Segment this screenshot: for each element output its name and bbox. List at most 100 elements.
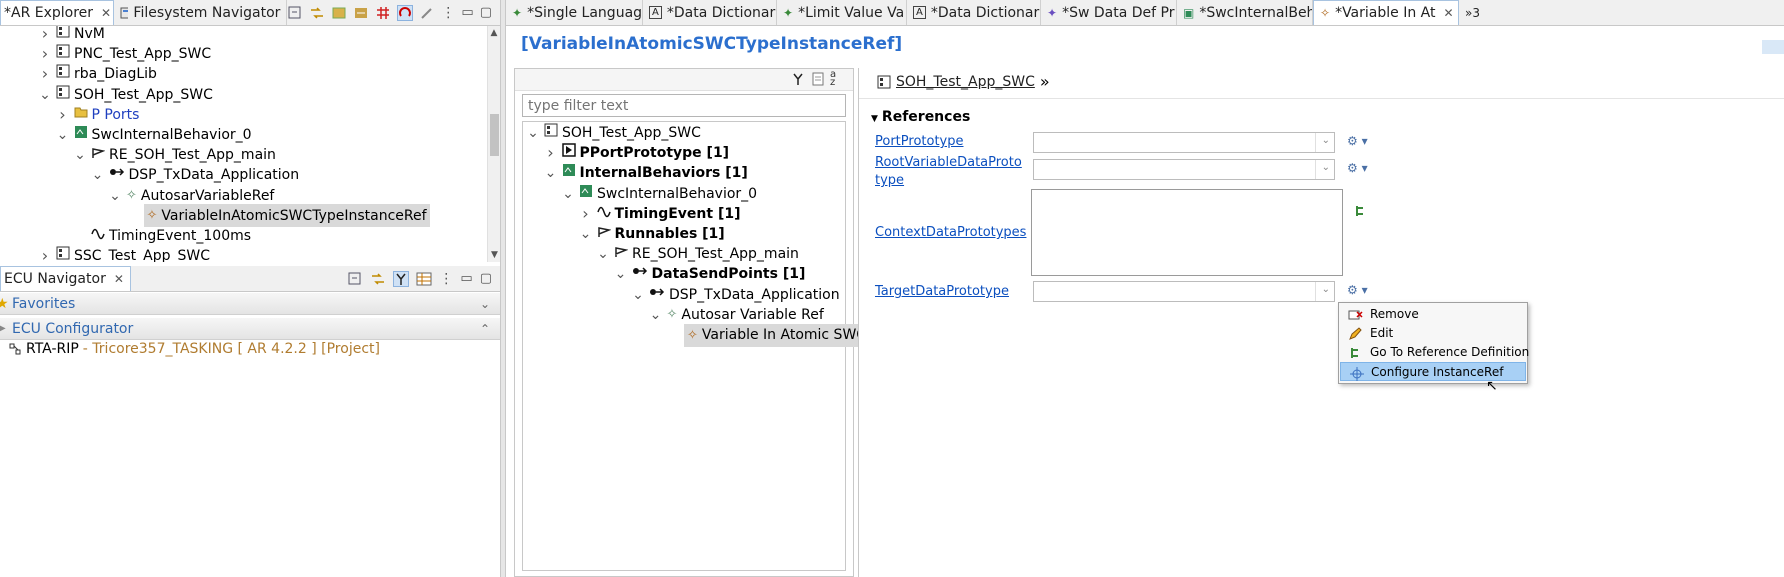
collapsed-chevron-icon[interactable]: › (38, 245, 52, 262)
collapsed-chevron-icon[interactable]: › (38, 43, 52, 65)
expanded-chevron-icon[interactable]: ⌄ (561, 183, 575, 205)
tree-item[interactable]: ⌄ SOH_Test_App_SWC (38, 84, 213, 106)
ecu-configurator-section[interactable]: ▶ ECU Configurator ⌃ (0, 318, 500, 340)
expanded-chevron-icon[interactable]: ⌄ (73, 144, 87, 166)
ecu-project-item[interactable]: RTA-RIP - Tricore357_TASKING [ AR 4.2.2 … (8, 338, 380, 360)
tree-item[interactable]: › NvM (38, 26, 105, 45)
port-gear-icon[interactable]: ⚙ ▾ (1347, 134, 1368, 148)
collapse-all-icon[interactable] (347, 271, 363, 287)
maximize-icon[interactable]: ▢ (480, 271, 492, 286)
maximize-icon[interactable]: ▢ (480, 5, 492, 20)
tree-item[interactable]: › PPortPrototype [1] (544, 142, 729, 164)
sort-az-icon[interactable]: az (830, 70, 846, 88)
tree-item[interactable]: ⌄ DataSendPoints [1] (614, 263, 806, 285)
tree-item[interactable]: TimingEvent_100ms (73, 225, 251, 247)
tree-item[interactable]: ✧ Variable In Atomic SWC (666, 323, 870, 347)
expanded-chevron-icon[interactable]: ⌄ (596, 243, 610, 265)
target-data-prototype-link[interactable]: TargetDataPrototype (875, 284, 1009, 299)
context-data-prototypes-list[interactable] (1031, 189, 1343, 276)
collapsed-chevron-icon[interactable]: › (38, 26, 52, 45)
context-menu-item[interactable]: Configure InstanceRef (1340, 362, 1526, 381)
branch-icon[interactable] (393, 270, 410, 287)
ar-explorer-scrollbar[interactable]: ▲ ▼ (487, 26, 500, 262)
tree-item[interactable]: ⌄ InternalBehaviors [1] (544, 162, 748, 184)
tab-filesystem-navigator[interactable]: Filesystem Navigator (114, 0, 288, 25)
collapse-all-icon[interactable] (287, 5, 303, 21)
collapsed-chevron-icon[interactable]: › (544, 142, 558, 164)
target-gear-icon[interactable]: ⚙ ▾ (1347, 283, 1368, 297)
tree-item[interactable]: ⌄ DSP_TxData_Application (631, 284, 839, 306)
collapsed-chevron-icon[interactable]: › (56, 104, 70, 126)
minimize-icon[interactable]: ▭ (460, 271, 472, 286)
editor-tab[interactable]: ✦ *Limit Value Va (777, 0, 907, 25)
tree-item[interactable]: ⌄ DSP_TxData_Application (91, 164, 299, 186)
tree-item[interactable]: ⌄ SwcInternalBehavior_0 (56, 124, 252, 146)
expanded-chevron-icon[interactable]: ⌄ (614, 263, 628, 285)
expanded-chevron-icon[interactable]: ⌄ (108, 185, 122, 207)
expanded-chevron-icon[interactable]: ⌄ (38, 84, 52, 106)
magnet-icon[interactable] (397, 4, 414, 21)
editor-tab[interactable]: ▣ *SwcInternalBeh (1177, 0, 1313, 25)
scroll-thumb[interactable] (490, 114, 499, 156)
collapsed-chevron-icon[interactable]: › (38, 63, 52, 85)
editor-tab[interactable]: A *Data Dictionar (907, 0, 1041, 25)
close-icon[interactable]: ✕ (1443, 6, 1453, 20)
port-prototype-link[interactable]: PortPrototype (875, 134, 964, 149)
root-gear-icon[interactable]: ⚙ ▾ (1347, 161, 1368, 175)
tree-item[interactable]: › TimingEvent [1] (579, 203, 740, 225)
favorites-section[interactable]: ★ Favorites ⌄ (0, 293, 500, 315)
expanded-chevron-icon[interactable]: ⌄ (579, 223, 593, 245)
context-menu-item[interactable]: Remove (1340, 305, 1526, 324)
view-menu-icon[interactable]: ⋮ (441, 5, 455, 21)
tree-item[interactable]: ⌄ RE_SOH_Test_App_main (596, 243, 799, 265)
editor-tab[interactable]: ✦ *Single Languag (506, 0, 643, 25)
minimize-icon[interactable]: ▭ (461, 5, 473, 20)
tab-ecu-navigator[interactable]: ECU Navigator ✕ (0, 266, 131, 291)
add-reference-icon[interactable] (1353, 204, 1367, 222)
tree-item[interactable]: ⌄ ✧ AutosarVariableRef (108, 185, 274, 207)
tree-item[interactable]: ✧ VariableInAtomicSWCTypeInstanceRef (126, 204, 430, 228)
collapsed-chevron-icon[interactable]: › (579, 203, 593, 225)
selected-item[interactable]: ✧ Variable In Atomic SWC (684, 323, 870, 347)
expanded-chevron-icon[interactable]: ⌄ (526, 122, 540, 144)
editor-tab[interactable]: ✧ *Variable In At ✕ (1313, 0, 1459, 25)
editor-tab[interactable]: A *Data Dictionar (643, 0, 777, 25)
tree-item[interactable]: ⌄ RE_SOH_Test_App_main (73, 144, 276, 166)
tree-item[interactable]: › rba_DiagLib (38, 63, 157, 85)
tree-item[interactable]: ⌄ SOH_Test_App_SWC (526, 122, 701, 144)
breadcrumb[interactable]: SOH_Test_App_SWC » (877, 72, 1050, 91)
collapse-icon[interactable]: ⌃ (480, 318, 490, 340)
context-data-prototypes-link[interactable]: ContextDataPrototypes (875, 225, 1026, 240)
close-icon[interactable]: ✕ (101, 6, 111, 20)
selected-item[interactable]: ✧ VariableInAtomicSWCTypeInstanceRef (143, 204, 430, 228)
document-icon[interactable] (811, 72, 827, 88)
expanded-chevron-icon[interactable]: ⌄ (56, 124, 70, 146)
root-variable-link[interactable]: RootVariableDataPrototype (875, 154, 1025, 190)
tree-item[interactable]: ⌄ SwcInternalBehavior_0 (561, 183, 757, 205)
expand-icon[interactable]: ⌄ (480, 293, 490, 315)
table-icon[interactable] (416, 271, 432, 287)
branch-icon[interactable] (791, 72, 807, 88)
context-menu-item[interactable]: Go To Reference Definition (1340, 343, 1529, 362)
tree-item[interactable]: › PNC_Test_App_SWC (38, 43, 211, 65)
target-data-prototype-combo[interactable]: ⌄ (1033, 281, 1335, 302)
expanded-chevron-icon[interactable]: ⌄ (631, 284, 645, 306)
tree-item[interactable]: ⌄ ✧ Autosar Variable Ref (649, 304, 824, 326)
grid-icon[interactable] (375, 5, 391, 21)
scroll-up-icon[interactable]: ▲ (488, 26, 500, 40)
wand-icon[interactable] (419, 5, 435, 21)
view-menu-icon[interactable]: ⋮ (439, 271, 453, 287)
right-edge-button[interactable] (1762, 40, 1784, 54)
references-header[interactable]: ▼ References (871, 109, 970, 125)
tree-item[interactable]: › SSC_Test_App_SWC (38, 245, 210, 262)
root-variable-combo[interactable]: ⌄ (1033, 159, 1335, 180)
expanded-chevron-icon[interactable]: ⌄ (544, 162, 558, 184)
vertical-splitter[interactable] (500, 0, 506, 577)
sync-icon[interactable] (353, 5, 369, 21)
filter-icon[interactable] (331, 5, 347, 21)
link-editor-icon[interactable] (370, 271, 386, 287)
context-menu-item[interactable]: Edit (1340, 324, 1526, 343)
tab-overflow[interactable]: »3 (1459, 0, 1486, 25)
expanded-chevron-icon[interactable]: ⌄ (649, 304, 663, 326)
tree-item[interactable]: ⌄ Runnables [1] (579, 223, 725, 245)
